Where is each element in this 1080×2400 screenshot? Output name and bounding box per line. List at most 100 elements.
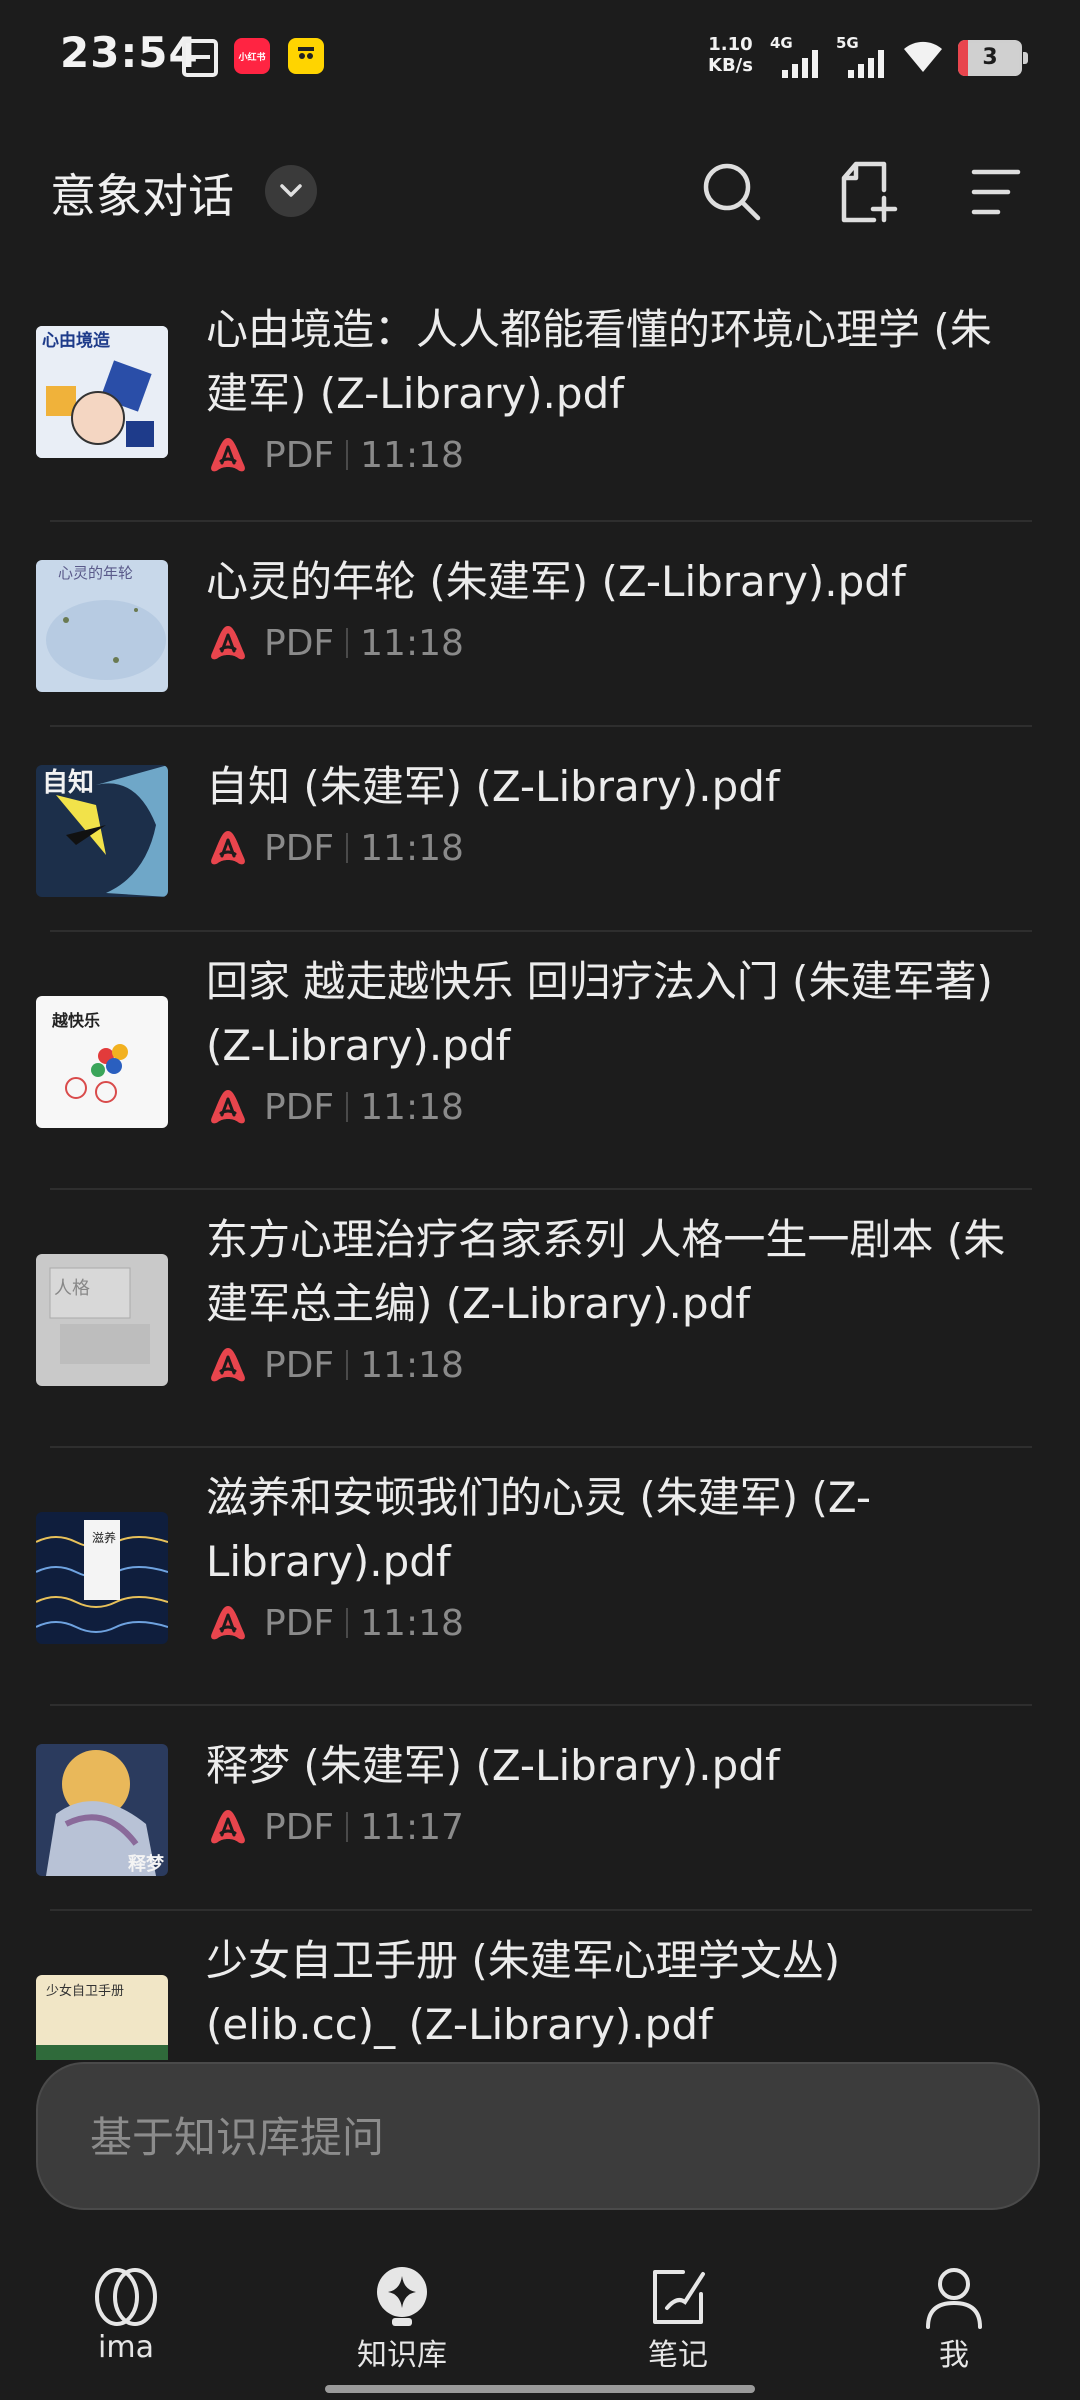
book-cover-thumbnail: 心灵的年轮	[36, 560, 168, 692]
knowledge-base-icon	[377, 2267, 427, 2326]
xiaohongshu-app-icon: 小红书	[234, 38, 270, 74]
file-type: PDF	[264, 434, 335, 476]
meta-separator	[346, 628, 349, 658]
nav-label-knowledge-base: 知识库	[357, 2338, 447, 2373]
file-title: 释梦 (朱建军) (Z-Library).pdf	[206, 1741, 780, 1790]
file-title: 心由境造：人人都能看懂的环境心理学 (朱建军) (Z-Library).pdf	[206, 305, 992, 418]
nav-tab-notes[interactable]: 笔记	[588, 2264, 768, 2374]
file-meta: PDF 11:18	[206, 1598, 1006, 1648]
file-item[interactable]: 少女自卫手册 少女自卫手册 (朱建军心理学文丛)(elib.cc)_ (Z-Li…	[0, 1911, 1080, 2060]
wifi-icon	[900, 36, 946, 78]
file-type: PDF	[264, 1806, 335, 1848]
file-type: PDF	[264, 622, 335, 664]
pdf-icon	[211, 831, 245, 865]
file-time: 11:17	[360, 1806, 464, 1848]
file-time: 11:18	[360, 1344, 464, 1386]
bottom-nav: ima 知识库 笔记 我	[0, 2240, 1080, 2400]
svg-text:人格: 人格	[54, 1278, 90, 1299]
pdf-icon	[211, 438, 245, 472]
file-meta: PDF 11:18	[206, 1082, 1006, 1132]
pdf-icon	[211, 1090, 245, 1124]
net-speed-unit: KB/s	[708, 55, 753, 76]
file-type: PDF	[264, 1344, 335, 1386]
net-speed-value: 1.10	[708, 34, 753, 55]
signal-5g-icon: 5G	[836, 34, 884, 78]
svg-text:自知: 自知	[42, 767, 94, 798]
file-meta: PDF 11:18	[206, 823, 1006, 873]
svg-text:心灵的年轮: 心灵的年轮	[58, 564, 133, 582]
book-cover-thumbnail: 释梦	[36, 1744, 168, 1876]
sort-icon	[971, 169, 1021, 215]
meta-separator	[346, 1092, 349, 1122]
pdf-icon	[211, 1348, 245, 1382]
meta-separator	[346, 1608, 349, 1638]
file-title: 滋养和安顿我们的心灵 (朱建军) (Z-Library).pdf	[206, 1473, 872, 1586]
nav-label-me: 我	[939, 2338, 969, 2373]
file-meta: PDF 11:18	[206, 430, 1006, 480]
profile-icon	[926, 2268, 982, 2329]
nav-label-notes: 笔记	[648, 2338, 708, 2373]
file-item[interactable]: 心灵的年轮 心灵的年轮 (朱建军) (Z-Library).pdf PDF 11…	[0, 522, 1080, 727]
nav-tab-ima[interactable]: ima	[36, 2264, 216, 2374]
book-cover-thumbnail: 人格	[36, 1254, 168, 1386]
notes-icon	[653, 2270, 705, 2324]
file-item[interactable]: 滋养 滋养和安顿我们的心灵 (朱建军) (Z-Library).pdf PDF …	[0, 1448, 1080, 1706]
network-speed: 1.10 KB/s	[708, 34, 753, 76]
meta-separator	[346, 440, 349, 470]
search-button[interactable]	[694, 154, 770, 230]
svg-text:越快乐: 越快乐	[51, 1011, 100, 1030]
pdf-icon	[211, 1606, 245, 1640]
file-title: 自知 (朱建军) (Z-Library).pdf	[206, 762, 780, 811]
file-meta: PDF 11:17	[206, 1802, 1006, 1852]
book-cover-thumbnail: 滋养	[36, 1512, 168, 1644]
file-time: 11:18	[360, 1086, 464, 1128]
knowledge-base-title[interactable]: 意象对话	[50, 160, 234, 226]
ask-input[interactable]	[88, 2064, 972, 2210]
knowledge-base-dropdown-button[interactable]	[265, 165, 317, 217]
pdf-icon	[211, 626, 245, 660]
book-cover-thumbnail: 少女自卫手册	[36, 1975, 168, 2060]
signal-4g-icon: 4G	[770, 34, 818, 78]
svg-text:滋养: 滋养	[92, 1530, 116, 1545]
file-item[interactable]: 越快乐 回家 越走越快乐 回归疗法入门 (朱建军著) (Z-Library).p…	[0, 932, 1080, 1190]
file-title: 心灵的年轮 (朱建军) (Z-Library).pdf	[206, 557, 906, 606]
pdf-icon	[211, 1810, 245, 1844]
sim-card-icon	[182, 39, 218, 77]
file-time: 11:18	[360, 827, 464, 869]
battery-icon: 3	[958, 40, 1028, 76]
book-cover-thumbnail: 越快乐	[36, 996, 168, 1128]
file-title: 东方心理治疗名家系列 人格一生一剧本 (朱建军总主编) (Z-Library).…	[206, 1215, 1006, 1328]
ask-knowledge-base-bar[interactable]	[36, 2062, 1040, 2210]
add-file-icon	[841, 161, 898, 223]
nav-tab-knowledge-base[interactable]: 知识库	[312, 2264, 492, 2374]
meta-separator	[346, 1350, 349, 1380]
nav-label-ima: ima	[98, 2330, 154, 2365]
book-cover-thumbnail: 心由境造	[36, 326, 168, 458]
file-item[interactable]: 心由境造 心由境造：人人都能看懂的环境心理学 (朱建军) (Z-Library)…	[0, 280, 1080, 522]
svg-text:释梦: 释梦	[128, 1853, 165, 1875]
nav-tab-me[interactable]: 我	[864, 2264, 1044, 2374]
file-title: 少女自卫手册 (朱建军心理学文丛)(elib.cc)_ (Z-Library).…	[206, 1936, 841, 2049]
file-item[interactable]: 人格 东方心理治疗名家系列 人格一生一剧本 (朱建军总主编) (Z-Librar…	[0, 1190, 1080, 1448]
svg-text:少女自卫手册: 少女自卫手册	[46, 1983, 124, 1999]
sort-button[interactable]	[958, 154, 1034, 230]
svg-text:心由境造: 心由境造	[42, 330, 111, 351]
add-file-button[interactable]	[828, 154, 904, 230]
file-item[interactable]: 自知 自知 (朱建军) (Z-Library).pdf PDF 11:18	[0, 727, 1080, 932]
file-type: PDF	[264, 827, 335, 869]
file-type: PDF	[264, 1602, 335, 1644]
file-time: 11:18	[360, 622, 464, 664]
book-cover-thumbnail: 自知	[36, 765, 168, 897]
file-time: 11:18	[360, 1602, 464, 1644]
status-time: 23:54	[60, 28, 199, 77]
file-time: 11:18	[360, 434, 464, 476]
file-list[interactable]: 心由境造 心由境造：人人都能看懂的环境心理学 (朱建军) (Z-Library)…	[0, 280, 1080, 2060]
header: 意象对话	[0, 140, 1080, 245]
yellow-app-icon	[288, 38, 324, 74]
file-item[interactable]: 释梦 释梦 (朱建军) (Z-Library).pdf PDF 11:17	[0, 1706, 1080, 1911]
file-meta: PDF 11:18	[206, 618, 1006, 668]
file-meta: PDF 11:18	[206, 1340, 1006, 1390]
status-bar: 23:54 小红书 1.10 KB/s 4G 5G 3	[0, 0, 1080, 110]
meta-separator	[346, 833, 349, 863]
home-indicator[interactable]	[325, 2385, 755, 2393]
